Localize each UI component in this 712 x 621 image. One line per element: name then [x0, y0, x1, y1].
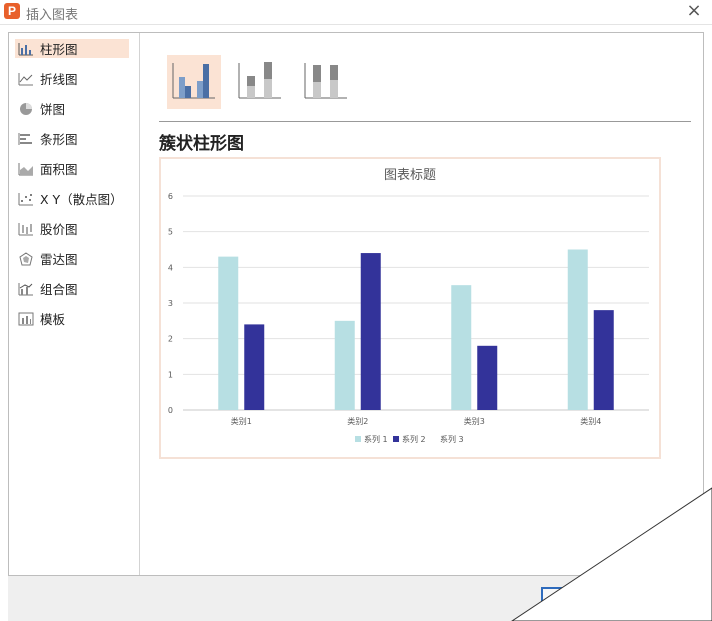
chart-svg: 图表标题 0 1 2 3 4 5 6 类别1 类别2 类别3 类别4 系列 1 系列 2 系列 3 [168, 168, 649, 444]
area-chart-icon [18, 162, 34, 176]
sidebar-item-line-chart[interactable]: 折线图 [15, 69, 129, 88]
legend-label: 系列 2 [402, 434, 426, 444]
percent-stacked-column-thumbnail[interactable] [299, 55, 353, 109]
stacked-column-thumbnail[interactable] [233, 55, 287, 109]
sidebar-item-combo-chart[interactable]: 组合图 [15, 279, 129, 298]
sidebar-item-label: 饼图 [40, 102, 66, 117]
legend-label: 系列 3 [440, 434, 464, 444]
x-tick-label: 类别1 [231, 416, 252, 426]
sidebar-item-scatter-chart[interactable]: X Y（散点图） [15, 189, 129, 208]
x-tick-label: 类别3 [464, 416, 485, 426]
sidebar-item-label: 组合图 [40, 282, 78, 297]
bar [218, 256, 239, 410]
section-divider [159, 121, 691, 122]
scatter-chart-icon [18, 192, 34, 206]
sidebar-item-area-chart[interactable]: 面积图 [15, 159, 129, 178]
sidebar-item-radar-chart[interactable]: 雷达图 [15, 249, 129, 268]
bar [593, 310, 614, 410]
y-tick-label: 6 [168, 192, 173, 201]
sidebar-item-label: 面积图 [40, 162, 78, 177]
legend-swatch [355, 436, 361, 442]
percent-stacked-column-icon [304, 63, 347, 99]
sidebar-item-label: 雷达图 [40, 252, 78, 267]
y-tick-label: 0 [168, 406, 173, 415]
insert-button[interactable] [541, 587, 581, 609]
title-bar: P 插入图表 × [0, 0, 712, 25]
chart-title: 图表标题 [384, 168, 436, 183]
legend-label: 系列 1 [364, 434, 388, 444]
bar [334, 320, 355, 410]
stacked-column-icon [238, 62, 281, 99]
window-title: 插入图表 [26, 8, 79, 23]
line-chart-icon [18, 72, 34, 86]
bar [477, 345, 498, 410]
clustered-column-icon [172, 63, 215, 99]
template-icon [18, 312, 34, 326]
close-button[interactable]: × [686, 2, 702, 20]
x-tick-label: 类别2 [347, 416, 368, 426]
sidebar-item-label: X Y（散点图） [40, 192, 123, 207]
sidebar-item-column-chart[interactable]: 柱形图 [15, 39, 129, 58]
bar [360, 253, 381, 410]
chart-type-name: 簇状柱形图 [159, 134, 244, 154]
sidebar-item-label: 折线图 [40, 72, 78, 87]
sidebar-item-label: 股价图 [40, 222, 78, 237]
radar-chart-icon [18, 251, 34, 266]
app-logo-icon: P [4, 3, 20, 19]
sidebar-item-bar-chart[interactable]: 条形图 [15, 129, 129, 148]
clustered-column-thumbnail[interactable] [167, 55, 221, 109]
pie-chart-icon [18, 102, 34, 116]
chart-preview: 图表标题 0 1 2 3 4 5 6 类别1 类别2 类别3 类别4 系列 1 系列 2 系列 3 [159, 157, 661, 459]
y-tick-label: 4 [168, 263, 173, 272]
bar [244, 324, 265, 410]
sidebar-item-label: 柱形图 [40, 42, 78, 57]
chart-type-sidebar: 柱形图折线图饼图条形图面积图 X Y（散点图） 股价图雷达图组合图模板 [9, 33, 140, 575]
bar [451, 285, 472, 410]
sidebar-item-label: 条形图 [40, 132, 78, 147]
sidebar-item-template[interactable]: 模板 [15, 309, 129, 328]
bar-chart-icon [18, 132, 34, 146]
x-tick-label: 类别4 [580, 416, 601, 426]
y-tick-label: 1 [168, 370, 173, 379]
sidebar-item-pie-chart[interactable]: 饼图 [15, 99, 129, 118]
bar [567, 249, 588, 410]
y-tick-label: 5 [168, 228, 173, 237]
stock-chart-icon [18, 222, 34, 236]
y-tick-label: 2 [168, 335, 173, 344]
sidebar-item-stock-chart[interactable]: 股价图 [15, 219, 129, 238]
dialog-footer [8, 576, 704, 621]
y-tick-label: 3 [168, 299, 173, 308]
sidebar-item-label: 模板 [40, 312, 66, 327]
column-chart-icon [18, 42, 34, 56]
insert-chart-dialog: 柱形图折线图饼图条形图面积图 X Y（散点图） 股价图雷达图组合图模板 [8, 32, 704, 576]
legend-swatch [393, 436, 399, 442]
combo-chart-icon [18, 282, 34, 296]
